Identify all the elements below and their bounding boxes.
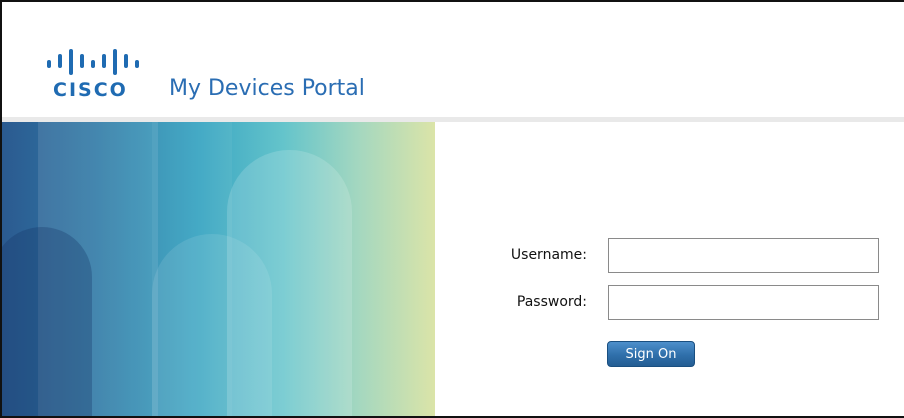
cisco-logo-icon [47, 49, 139, 75]
banner-shape [2, 227, 92, 416]
decorative-banner [2, 122, 435, 416]
username-field[interactable] [608, 238, 879, 273]
banner-shape [227, 150, 352, 416]
password-label: Password: [516, 294, 587, 310]
cisco-wordmark: CISCO [53, 79, 128, 101]
username-label: Username: [510, 247, 587, 263]
page-frame: CISCO My Devices Portal Username: Passwo… [0, 0, 904, 418]
cisco-logo: CISCO [47, 47, 152, 107]
header: CISCO My Devices Portal [2, 2, 904, 119]
page-title: My Devices Portal [169, 76, 365, 101]
password-field[interactable] [608, 285, 879, 320]
sign-on-button[interactable]: Sign On [607, 341, 695, 367]
